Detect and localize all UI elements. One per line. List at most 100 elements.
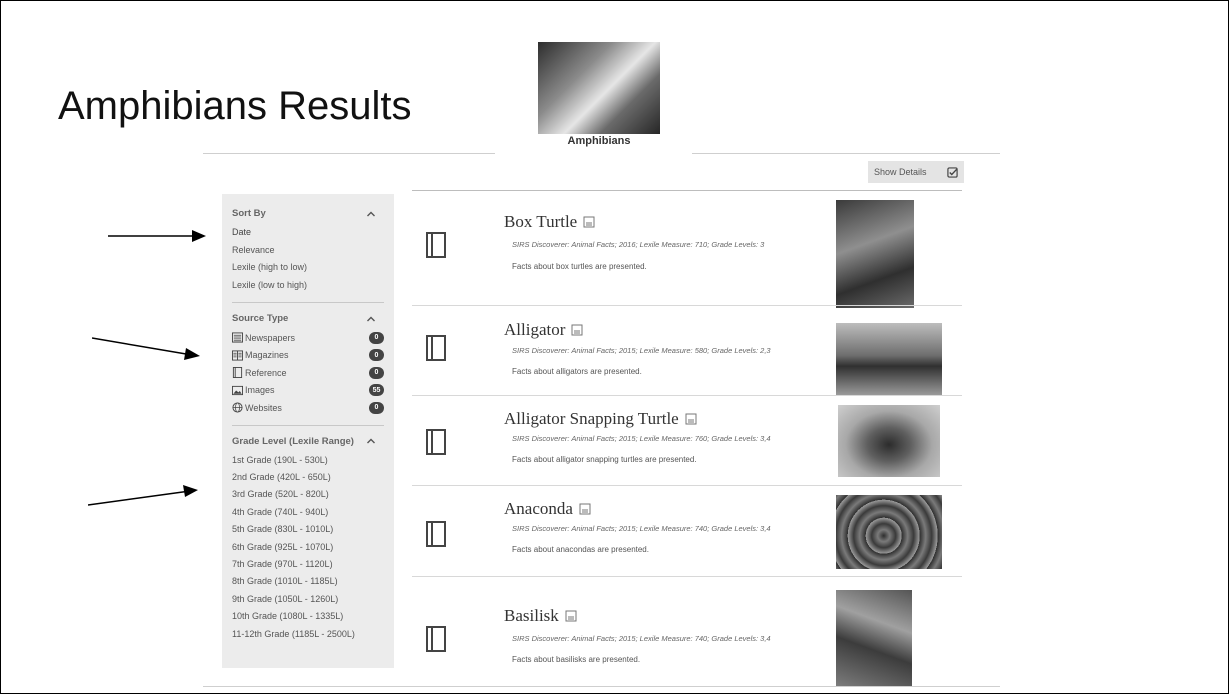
result-title-link[interactable]: Box Turtle xyxy=(504,212,595,232)
grade-level-header[interactable]: Grade Level (Lexile Range) xyxy=(232,436,384,447)
document-icon xyxy=(571,324,583,336)
count-badge: 0 xyxy=(369,366,384,379)
chevron-up-icon[interactable] xyxy=(366,436,376,446)
result-thumbnail[interactable] xyxy=(836,590,912,686)
count-badge: 0 xyxy=(369,349,384,362)
grade-option[interactable]: 9th Grade (1050L - 1260L) xyxy=(232,591,384,608)
header-divider-right xyxy=(692,153,1000,154)
sort-option-relevance[interactable]: Relevance xyxy=(232,242,384,260)
source-item-magazines[interactable]: Magazines 0 xyxy=(232,347,384,365)
grade-option[interactable]: 6th Grade (925L - 1070L) xyxy=(232,539,384,556)
source-label: Newspapers xyxy=(245,332,296,343)
result-meta: SIRS Discoverer: Animal Facts; 2015; Lex… xyxy=(512,524,771,533)
reference-book-icon xyxy=(426,521,446,547)
reference-book-icon xyxy=(426,626,446,652)
show-details-label: Show Details xyxy=(874,167,927,177)
image-icon xyxy=(232,385,243,395)
count-badge: 0 xyxy=(369,401,384,414)
chevron-up-icon[interactable] xyxy=(366,209,376,219)
result-title: Anaconda xyxy=(504,499,573,518)
count-badge: 0 xyxy=(369,331,384,344)
sort-by-header[interactable]: Sort By xyxy=(232,208,384,219)
source-label: Magazines xyxy=(245,350,289,361)
magazine-icon xyxy=(232,350,243,361)
reference-book-icon xyxy=(232,367,243,379)
slide-title: Amphibians Results xyxy=(58,84,412,128)
topic-label: Amphibians xyxy=(567,135,631,147)
grade-option[interactable]: 4th Grade (740L - 940L) xyxy=(232,504,384,521)
sort-option-date[interactable]: Date xyxy=(232,224,384,242)
footer-divider xyxy=(203,686,1000,687)
grade-option[interactable]: 7th Grade (970L - 1120L) xyxy=(232,556,384,573)
result-thumbnail[interactable] xyxy=(838,405,940,477)
grade-option[interactable]: 2nd Grade (420L - 650L) xyxy=(232,469,384,486)
source-item-images[interactable]: Images 55 xyxy=(232,382,384,400)
show-details-button[interactable]: Show Details xyxy=(868,161,964,183)
document-icon xyxy=(579,503,591,515)
globe-icon xyxy=(232,402,243,413)
source-type-title: Source Type xyxy=(232,313,289,324)
result-title: Box Turtle xyxy=(504,212,578,231)
source-label: Reference xyxy=(245,367,287,378)
grade-option[interactable]: 11-12th Grade (1185L - 2500L) xyxy=(232,626,384,643)
grade-level-title: Grade Level (Lexile Range) xyxy=(232,435,354,447)
result-title: Alligator Snapping Turtle xyxy=(504,409,679,428)
grade-option[interactable]: 8th Grade (1010L - 1185L) xyxy=(232,573,384,590)
document-icon xyxy=(583,216,595,228)
chevron-up-icon[interactable] xyxy=(366,314,376,324)
result-item[interactable]: Anaconda SIRS Discoverer: Animal Facts; … xyxy=(412,485,962,575)
result-meta: SIRS Discoverer: Animal Facts; 2016; Lex… xyxy=(512,240,765,249)
result-title-link[interactable]: Alligator xyxy=(504,320,583,340)
document-icon xyxy=(565,610,577,622)
document-icon xyxy=(685,413,697,425)
result-thumbnail[interactable] xyxy=(836,495,942,569)
reference-book-icon xyxy=(426,335,446,361)
result-thumbnail[interactable] xyxy=(836,323,942,395)
result-description: Facts about alligators are presented. xyxy=(512,367,642,376)
source-label: Websites xyxy=(245,402,282,413)
source-type-header[interactable]: Source Type xyxy=(232,313,384,324)
filter-sidebar: Sort By Date Relevance Lexile (high to l… xyxy=(222,194,394,668)
topic-image xyxy=(538,42,660,134)
sort-option-lexile-high[interactable]: Lexile (high to low) xyxy=(232,259,384,277)
annotation-arrow-icon xyxy=(92,337,200,360)
result-item[interactable]: Alligator SIRS Discoverer: Animal Facts;… xyxy=(412,305,962,395)
reference-book-icon xyxy=(426,429,446,455)
checkbox-checked-icon xyxy=(947,166,958,178)
grade-option[interactable]: 5th Grade (830L - 1010L) xyxy=(232,521,384,538)
result-description: Facts about alligator snapping turtles a… xyxy=(512,455,697,464)
annotation-arrow-icon xyxy=(108,230,206,242)
result-title-link[interactable]: Basilisk xyxy=(504,606,577,626)
grade-option[interactable]: 3rd Grade (520L - 820L) xyxy=(232,486,384,503)
grade-option[interactable]: 1st Grade (190L - 530L) xyxy=(232,452,384,469)
source-item-newspapers[interactable]: Newspapers 0 xyxy=(232,329,384,347)
count-badge: 55 xyxy=(369,384,384,397)
header-divider-left xyxy=(203,153,495,154)
result-item[interactable]: Basilisk SIRS Discoverer: Animal Facts; … xyxy=(412,576,962,686)
newspaper-icon xyxy=(232,332,243,343)
result-description: Facts about anacondas are presented. xyxy=(512,545,649,554)
source-item-reference[interactable]: Reference 0 xyxy=(232,364,384,382)
result-meta: SIRS Discoverer: Animal Facts; 2015; Lex… xyxy=(512,634,771,643)
result-title: Basilisk xyxy=(504,606,559,625)
result-item[interactable]: Box Turtle SIRS Discoverer: Animal Facts… xyxy=(412,190,962,308)
reference-book-icon xyxy=(426,232,446,258)
result-meta: SIRS Discoverer: Animal Facts; 2015; Lex… xyxy=(512,346,771,355)
sort-option-lexile-low[interactable]: Lexile (low to high) xyxy=(232,277,384,295)
result-title: Alligator xyxy=(504,320,566,339)
sort-by-facet: Sort By Date Relevance Lexile (high to l… xyxy=(232,208,384,303)
result-title-link[interactable]: Anaconda xyxy=(504,499,591,519)
source-item-websites[interactable]: Websites 0 xyxy=(232,399,384,417)
result-description: Facts about basilisks are presented. xyxy=(512,655,641,664)
result-thumbnail[interactable] xyxy=(836,200,914,308)
sort-by-title: Sort By xyxy=(232,208,266,219)
grade-option[interactable]: 10th Grade (1080L - 1335L) xyxy=(232,608,384,625)
result-meta: SIRS Discoverer: Animal Facts; 2015; Lex… xyxy=(512,434,771,443)
result-title-link[interactable]: Alligator Snapping Turtle xyxy=(504,409,697,429)
grade-level-facet: Grade Level (Lexile Range) 1st Grade (19… xyxy=(232,436,384,651)
result-item[interactable]: Alligator Snapping Turtle SIRS Discovere… xyxy=(412,395,962,485)
annotation-arrow-icon xyxy=(88,485,198,506)
source-type-facet: Source Type Newspapers 0 Magazines 0 Ref… xyxy=(232,313,384,426)
source-label: Images xyxy=(245,385,275,396)
topic-card[interactable]: Amphibians xyxy=(538,42,660,150)
